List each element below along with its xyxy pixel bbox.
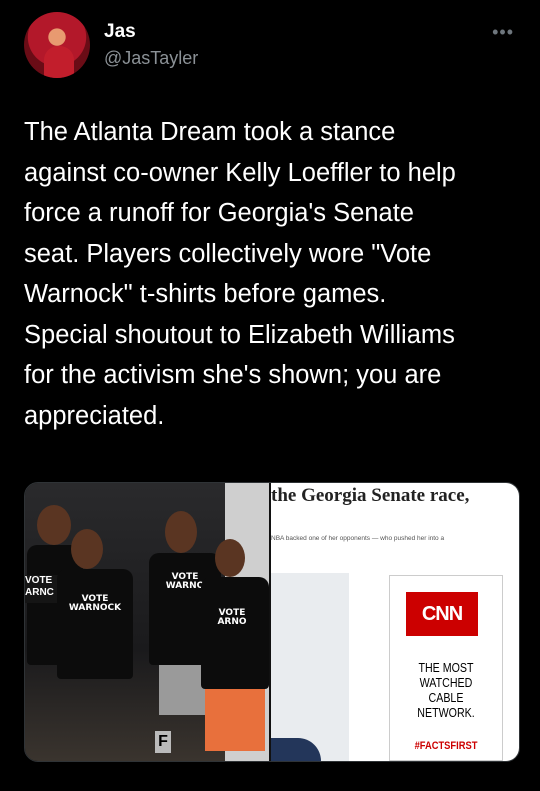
display-name[interactable]: Jas	[104, 20, 198, 44]
cnn-ad-hashtag: #FACTSFIRST	[414, 740, 478, 752]
cnn-ad: CNN THE MOST WATCHED CABLE NETWORK. #FAC…	[389, 575, 503, 761]
vote-sign-fragment: VOTE ARNC	[25, 575, 59, 603]
more-options-icon[interactable]: •••	[492, 22, 514, 43]
team-photo[interactable]: VOTE ARNC VOTE WARNOCK VOTE WARNO VOTE A…	[25, 483, 269, 761]
article-photo-figure	[271, 738, 321, 761]
shirt-text-1: VOTE WARNOCK	[68, 594, 122, 613]
article-photo	[271, 573, 349, 761]
avatar[interactable]	[24, 12, 90, 78]
article-subtext: NBA backed one of her opponents — who pu…	[271, 535, 445, 542]
tweet-text: The Atlanta Dream took a stance against …	[24, 118, 456, 430]
shirt-text-3: VOTE ARNO	[217, 608, 247, 627]
tweet-header: Jas @JasTayler	[24, 12, 198, 78]
user-handle[interactable]: @JasTayler	[104, 46, 198, 70]
author-names: Jas @JasTayler	[104, 20, 198, 70]
cnn-logo: CNN	[406, 592, 478, 636]
avatar-figure	[44, 46, 74, 78]
tweet-media[interactable]: VOTE ARNC VOTE WARNOCK VOTE WARNO VOTE A…	[24, 482, 520, 762]
article-headline: the Georgia Senate race,	[271, 485, 470, 506]
cnn-ad-text: THE MOST WATCHED CABLE NETWORK.	[417, 660, 475, 720]
article-screenshot[interactable]: the Georgia Senate race, NBA backed one …	[271, 483, 519, 761]
door-letter: F	[155, 731, 171, 753]
